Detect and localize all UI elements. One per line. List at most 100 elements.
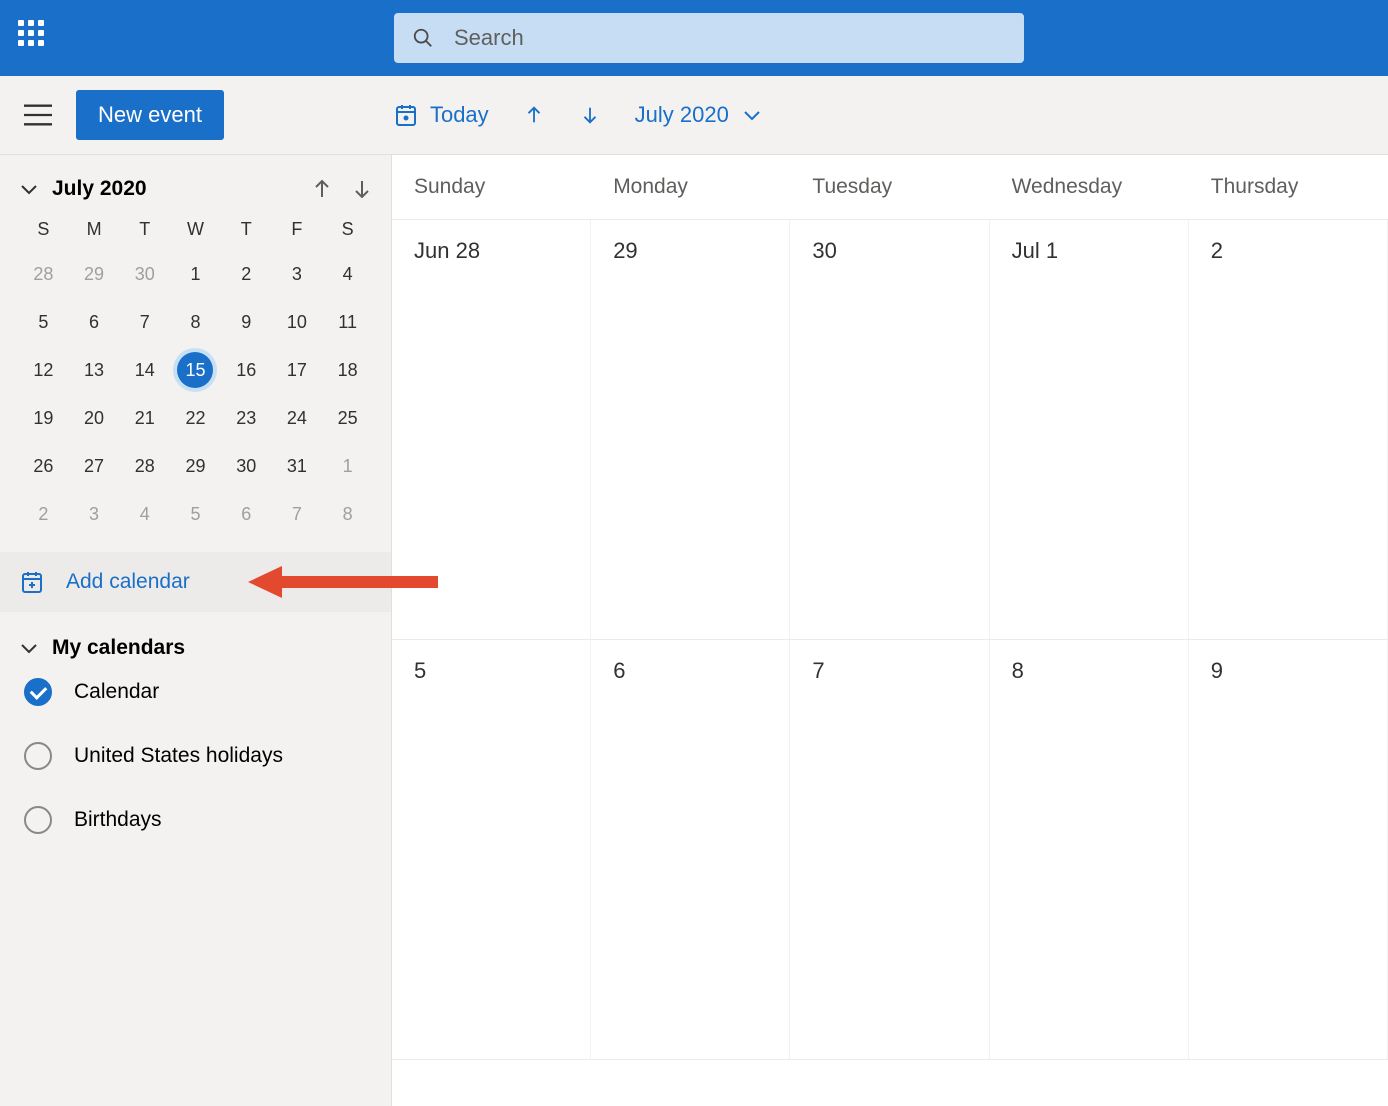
hamburger-menu-icon[interactable] <box>0 104 76 126</box>
dow-label: S <box>18 219 69 240</box>
add-calendar-label: Add calendar <box>66 570 190 594</box>
mini-calendar-day[interactable]: 6 <box>221 490 272 538</box>
my-calendars-section[interactable]: My calendars <box>20 636 371 660</box>
calendar-item[interactable]: Birthdays <box>20 788 371 852</box>
next-arrow-icon[interactable] <box>579 104 601 126</box>
calendar-item[interactable]: Calendar <box>20 660 371 724</box>
mini-calendar-day[interactable]: 21 <box>119 394 170 442</box>
mini-calendar-day[interactable]: 29 <box>170 442 221 490</box>
prev-arrow-icon[interactable] <box>523 104 545 126</box>
search-box[interactable] <box>394 13 1024 63</box>
mini-calendar-day[interactable]: 3 <box>272 250 323 298</box>
mini-calendar-day[interactable]: 7 <box>272 490 323 538</box>
calendar-checkbox[interactable] <box>24 806 52 834</box>
mini-calendar-day[interactable]: 14 <box>119 346 170 394</box>
mini-calendar-day[interactable]: 28 <box>119 442 170 490</box>
mini-calendar-day[interactable]: 2 <box>221 250 272 298</box>
new-event-button[interactable]: New event <box>76 90 224 140</box>
dow-label: T <box>119 219 170 240</box>
command-bar: New event Today July 2020 <box>0 76 1388 155</box>
dow-label: M <box>69 219 120 240</box>
mini-calendar-day[interactable]: 30 <box>221 442 272 490</box>
mini-calendar-day[interactable]: 7 <box>119 298 170 346</box>
calendar-checkbox[interactable] <box>24 678 52 706</box>
date-cell[interactable]: Jul 1 <box>990 220 1189 639</box>
mini-calendar-day[interactable]: 28 <box>18 250 69 298</box>
mini-calendar-day[interactable]: 4 <box>119 490 170 538</box>
mini-next-arrow-icon[interactable] <box>353 179 371 199</box>
calendar-today-icon <box>394 103 418 127</box>
date-cell[interactable]: 29 <box>591 220 790 639</box>
mini-calendar-day[interactable]: 24 <box>272 394 323 442</box>
week-row: 56789 <box>392 640 1388 1060</box>
mini-calendar-day[interactable]: 22 <box>170 394 221 442</box>
mini-calendar-day[interactable]: 20 <box>69 394 120 442</box>
dow-label: T <box>221 219 272 240</box>
date-cell[interactable]: 7 <box>790 640 989 1059</box>
mini-calendar-day[interactable]: 26 <box>18 442 69 490</box>
mini-calendar-day[interactable]: 1 <box>170 250 221 298</box>
today-button[interactable]: Today <box>394 102 489 128</box>
mini-calendar-day[interactable]: 1 <box>322 442 373 490</box>
dow-label: F <box>272 219 323 240</box>
mini-calendar-day[interactable]: 15 <box>170 346 221 394</box>
annotation-arrow-icon <box>248 564 438 600</box>
mini-calendar-grid: 2829301234567891011121314151617181920212… <box>0 250 391 538</box>
section-title: My calendars <box>52 636 185 660</box>
mini-calendar-day[interactable]: 19 <box>18 394 69 442</box>
sidebar: July 2020 SMTWTFS 2829301234567891011121… <box>0 155 392 1106</box>
mini-calendar-day[interactable]: 23 <box>221 394 272 442</box>
mini-calendar-day[interactable]: 4 <box>322 250 373 298</box>
calendar-item[interactable]: United States holidays <box>20 724 371 788</box>
calendar-item-label: United States holidays <box>74 744 283 768</box>
mini-calendar-day[interactable]: 5 <box>170 490 221 538</box>
calendar-item-label: Calendar <box>74 680 159 704</box>
mini-calendar-day[interactable]: 30 <box>119 250 170 298</box>
mini-calendar-day[interactable]: 13 <box>69 346 120 394</box>
mini-calendar-day[interactable]: 27 <box>69 442 120 490</box>
date-cell[interactable]: 9 <box>1189 640 1388 1059</box>
mini-calendar-day[interactable]: 10 <box>272 298 323 346</box>
date-cell[interactable]: 6 <box>591 640 790 1059</box>
chevron-down-icon <box>743 109 761 121</box>
app-launcher-icon[interactable] <box>18 20 54 56</box>
mini-calendar-day[interactable]: 18 <box>322 346 373 394</box>
mini-calendar-day[interactable]: 12 <box>18 346 69 394</box>
add-calendar-button[interactable]: Add calendar <box>0 552 391 612</box>
mini-calendar-day[interactable]: 8 <box>170 298 221 346</box>
day-header: Monday <box>591 155 790 219</box>
chevron-down-icon <box>20 642 38 654</box>
today-label: Today <box>430 102 489 128</box>
mini-calendar-day[interactable]: 16 <box>221 346 272 394</box>
date-cell[interactable]: 8 <box>990 640 1189 1059</box>
search-icon <box>412 27 434 49</box>
date-cell[interactable]: 5 <box>392 640 591 1059</box>
mini-calendar-day[interactable]: 11 <box>322 298 373 346</box>
mini-calendar-day[interactable]: 3 <box>69 490 120 538</box>
day-header: Wednesday <box>990 155 1189 219</box>
day-header: Tuesday <box>790 155 989 219</box>
mini-calendar-day[interactable]: 6 <box>69 298 120 346</box>
calendar-add-icon <box>20 570 44 594</box>
mini-calendar-day[interactable]: 9 <box>221 298 272 346</box>
mini-calendar-day[interactable]: 2 <box>18 490 69 538</box>
mini-calendar-day[interactable]: 25 <box>322 394 373 442</box>
mini-calendar-dow: SMTWTFS <box>0 215 391 250</box>
date-cell[interactable]: 30 <box>790 220 989 639</box>
top-bar <box>0 0 1388 76</box>
mini-calendar-day[interactable]: 29 <box>69 250 120 298</box>
week-row: Jun 282930Jul 12 <box>392 220 1388 640</box>
mini-prev-arrow-icon[interactable] <box>313 179 331 199</box>
mini-calendar-day[interactable]: 31 <box>272 442 323 490</box>
chevron-down-icon[interactable] <box>20 183 38 195</box>
date-cell[interactable]: 2 <box>1189 220 1388 639</box>
mini-calendar-day[interactable]: 5 <box>18 298 69 346</box>
dow-label: W <box>170 219 221 240</box>
mini-calendar-day[interactable]: 8 <box>322 490 373 538</box>
search-input[interactable] <box>454 25 1006 51</box>
month-picker[interactable]: July 2020 <box>635 102 761 128</box>
day-header: Thursday <box>1189 155 1388 219</box>
day-header-row: SundayMondayTuesdayWednesdayThursday <box>392 155 1388 220</box>
mini-calendar-day[interactable]: 17 <box>272 346 323 394</box>
calendar-checkbox[interactable] <box>24 742 52 770</box>
